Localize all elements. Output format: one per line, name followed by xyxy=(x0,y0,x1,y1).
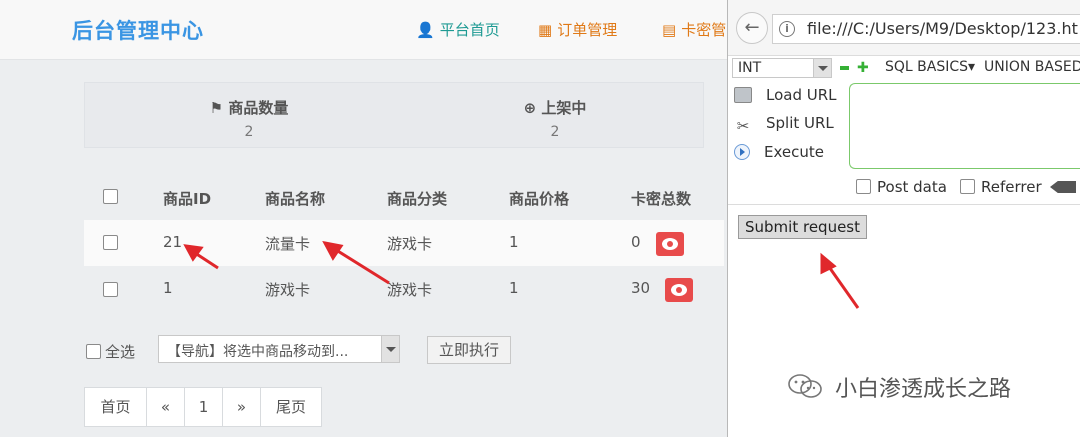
th-price: 商品价格 xyxy=(509,190,570,208)
cell-category: 游戏卡 xyxy=(387,281,433,299)
referrer-label: Referrer xyxy=(981,178,1042,196)
url-text: file:///C:/Users/M9/Desktop/123.ht xyxy=(807,19,1078,38)
header-checkbox[interactable] xyxy=(103,189,118,204)
post-data-option[interactable]: Post data xyxy=(856,178,947,196)
stat-product-count: ⚑ 商品数量 2 xyxy=(169,97,329,140)
info-icon[interactable]: i xyxy=(779,21,795,37)
hackbar-url-textarea[interactable] xyxy=(849,83,1080,169)
hackbar-toolbar: INT ✚ SQL BASICS▾ UNION BASED xyxy=(728,57,1080,79)
stat-label: 商品数量 xyxy=(228,99,289,117)
referrer-checkbox[interactable] xyxy=(960,179,975,194)
brand-title[interactable]: 后台管理中心 xyxy=(72,15,204,45)
play-icon xyxy=(734,144,750,160)
table-row: 21 流量卡 游戏卡 1 0 xyxy=(84,220,724,266)
cell-total: 0 xyxy=(631,233,641,251)
execute-button[interactable]: 立即执行 xyxy=(427,336,511,364)
view-button[interactable] xyxy=(656,232,684,256)
nav-home-label: 平台首页 xyxy=(439,21,500,39)
pagination: 首页 « 1 » 尾页 xyxy=(84,387,322,427)
cell-name: 流量卡 xyxy=(265,235,311,253)
plus-circle-icon: ⊕ xyxy=(523,99,542,117)
bulk-action-select[interactable]: 【导航】将选中商品移动到... xyxy=(158,335,400,363)
page-next[interactable]: » xyxy=(223,388,261,426)
minus-icon[interactable] xyxy=(840,66,849,70)
menu-union-based[interactable]: UNION BASED xyxy=(984,59,1080,75)
url-bar: ← i file:///C:/Users/M9/Desktop/123.ht xyxy=(728,0,1080,56)
address-field[interactable]: i file:///C:/Users/M9/Desktop/123.ht xyxy=(772,14,1080,44)
wechat-icon xyxy=(788,374,822,398)
page-first[interactable]: 首页 xyxy=(85,388,147,426)
cell-name: 游戏卡 xyxy=(265,281,311,299)
admin-header: 后台管理中心 👤 平台首页 ▦ 订单管理 ▤ 卡密管 xyxy=(0,0,727,60)
cell-id: 21 xyxy=(163,233,183,251)
submit-request-button[interactable]: Submit request xyxy=(738,215,867,239)
stat-label: 上架中 xyxy=(541,99,587,117)
stats-panel: ⚑ 商品数量 2 ⊕ 上架中 2 xyxy=(84,82,704,148)
post-data-label: Post data xyxy=(877,178,947,196)
stat-on-shelf: ⊕ 上架中 2 xyxy=(475,97,635,140)
select-all-label: 全选 xyxy=(105,343,136,361)
select-all[interactable]: 全选 xyxy=(86,341,135,362)
load-url-label: Load URL xyxy=(766,86,837,104)
flag-icon: ⚑ xyxy=(209,99,229,117)
admin-panel: 后台管理中心 👤 平台首页 ▦ 订单管理 ▤ 卡密管 ⚑ 商品数量 2 ⊕ 上架中 2… xyxy=(0,0,727,437)
hackbar-type-select[interactable]: INT xyxy=(732,58,832,78)
cell-price: 1 xyxy=(509,233,519,251)
watermark-text: 小白渗透成长之路 xyxy=(835,377,1012,402)
view-button[interactable] xyxy=(665,278,693,302)
nav-orders-label: 订单管理 xyxy=(557,21,618,39)
table-header: 商品ID 商品名称 商品分类 商品价格 卡密总数 xyxy=(84,176,724,220)
nav-cards[interactable]: ▤ 卡密管 xyxy=(662,19,726,40)
nav-cards-label: 卡密管 xyxy=(681,21,727,39)
stat-value: 2 xyxy=(550,124,560,140)
cell-total: 30 xyxy=(631,279,651,297)
split-url-label: Split URL xyxy=(766,114,834,132)
chevron-down-icon[interactable] xyxy=(381,336,399,362)
stat-value: 2 xyxy=(244,124,254,140)
th-category: 商品分类 xyxy=(387,190,448,208)
load-url-icon xyxy=(734,87,752,103)
execute-label: Execute xyxy=(764,143,824,161)
page-prev[interactable]: « xyxy=(147,388,185,426)
row-checkbox[interactable] xyxy=(103,282,118,297)
select-all-checkbox[interactable] xyxy=(86,344,101,359)
chevron-down-icon[interactable] xyxy=(813,59,831,77)
post-data-checkbox[interactable] xyxy=(856,179,871,194)
list-icon: ▤ xyxy=(662,21,677,39)
plus-icon[interactable]: ✚ xyxy=(857,61,869,75)
user-icon: 👤 xyxy=(416,21,435,39)
row-checkbox[interactable] xyxy=(103,235,118,250)
calendar-icon: ▦ xyxy=(538,21,553,39)
scissors-icon: ✂ xyxy=(736,117,750,135)
tag-icon[interactable] xyxy=(1050,181,1076,193)
type-select-value: INT xyxy=(738,60,762,76)
table-row: 1 游戏卡 游戏卡 1 30 xyxy=(84,266,724,312)
nav-home[interactable]: 👤 平台首页 xyxy=(416,19,500,40)
th-name: 商品名称 xyxy=(265,190,326,208)
page-last[interactable]: 尾页 xyxy=(261,388,321,426)
referrer-option[interactable]: Referrer xyxy=(960,178,1042,196)
cell-category: 游戏卡 xyxy=(387,235,433,253)
divider xyxy=(728,204,1080,205)
menu-sql-basics[interactable]: SQL BASICS▾ xyxy=(885,59,975,75)
nav-orders[interactable]: ▦ 订单管理 xyxy=(538,19,617,40)
cell-price: 1 xyxy=(509,279,519,297)
load-url-action[interactable]: Load URL xyxy=(734,86,837,108)
split-url-action[interactable]: ✂ Split URL xyxy=(734,114,834,136)
cell-id: 1 xyxy=(163,279,173,297)
th-id: 商品ID xyxy=(163,190,212,208)
bulk-action-value: 【导航】将选中商品移动到... xyxy=(167,344,349,360)
execute-action[interactable]: Execute xyxy=(734,143,824,165)
page-number[interactable]: 1 xyxy=(185,388,223,426)
back-arrow-icon[interactable]: ← xyxy=(736,12,768,44)
th-total: 卡密总数 xyxy=(631,190,692,208)
